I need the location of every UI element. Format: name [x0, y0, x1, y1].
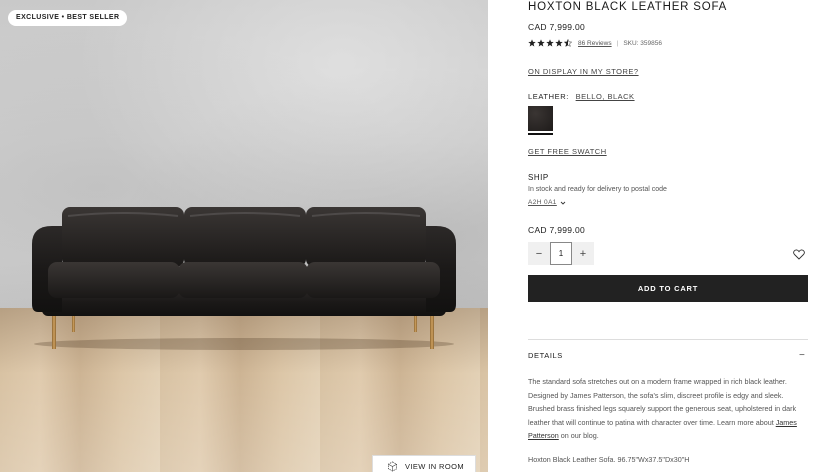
increase-quantity-button[interactable]: +	[572, 242, 594, 265]
separator: |	[616, 39, 619, 47]
star-icon	[546, 39, 554, 47]
swatch-selected-indicator	[528, 133, 553, 135]
leather-label: LEATHER:	[528, 92, 569, 101]
on-display-link[interactable]: ON DISPLAY IN MY STORE?	[528, 67, 639, 76]
ar-cube-icon	[388, 460, 397, 472]
product-dimensions: Hoxton Black Leather Sofa. 96.75"Wx37.5"…	[528, 455, 690, 464]
details-heading[interactable]: DETAILS	[528, 351, 563, 360]
chevron-down-icon	[560, 201, 566, 205]
exclusive-badge: EXCLUSIVE • BEST SELLER	[8, 10, 128, 26]
free-swatch-link[interactable]: GET FREE SWATCH	[528, 147, 607, 156]
product-image[interactable]: EXCLUSIVE • BEST SELLER VIEW IN ROOM	[0, 0, 488, 472]
quantity-stepper: − 1 +	[528, 242, 594, 265]
postal-code: A2H 0A1	[528, 199, 557, 206]
details-text-end: on our blog.	[558, 431, 599, 440]
collapse-details-icon[interactable]: −	[799, 350, 805, 361]
quantity-input[interactable]: 1	[550, 242, 572, 265]
heart-icon[interactable]	[793, 249, 805, 260]
details-description: The standard sofa stretches out on a mod…	[528, 375, 804, 443]
star-rating	[528, 39, 572, 47]
star-icon	[555, 39, 563, 47]
view-in-room-label: VIEW IN ROOM	[405, 461, 464, 471]
decrease-quantity-button[interactable]: −	[528, 242, 550, 265]
leather-swatch-black[interactable]	[528, 106, 553, 131]
view-in-room-button[interactable]: VIEW IN ROOM	[372, 455, 476, 472]
leather-option: LEATHER: BELLO, BLACK	[528, 92, 635, 101]
price-summary: CAD 7,999.00	[528, 225, 585, 235]
sofa-illustration	[32, 207, 456, 350]
details-text: The standard sofa stretches out on a mod…	[528, 377, 797, 427]
reviews-link[interactable]: 86 Reviews	[578, 40, 612, 47]
leather-value-link[interactable]: BELLO, BLACK	[576, 92, 635, 101]
product-title: HOXTON BLACK LEATHER SOFA	[528, 1, 728, 13]
star-icon	[537, 39, 545, 47]
divider	[528, 339, 808, 340]
add-to-cart-button[interactable]: ADD TO CART	[528, 275, 808, 302]
ship-label: SHIP	[528, 173, 549, 182]
sku-text: SKU: 359856	[623, 39, 662, 47]
rating-row: 86 Reviews | SKU: 359856	[528, 39, 662, 47]
ship-text: In stock and ready for delivery to posta…	[528, 186, 667, 193]
star-icon	[528, 39, 536, 47]
product-price: CAD 7,999.00	[528, 22, 585, 32]
product-panel: HOXTON BLACK LEATHER SOFA CAD 7,999.00 8…	[528, 0, 808, 472]
half-star-icon	[564, 39, 572, 47]
postal-code-selector[interactable]: A2H 0A1	[528, 199, 566, 206]
